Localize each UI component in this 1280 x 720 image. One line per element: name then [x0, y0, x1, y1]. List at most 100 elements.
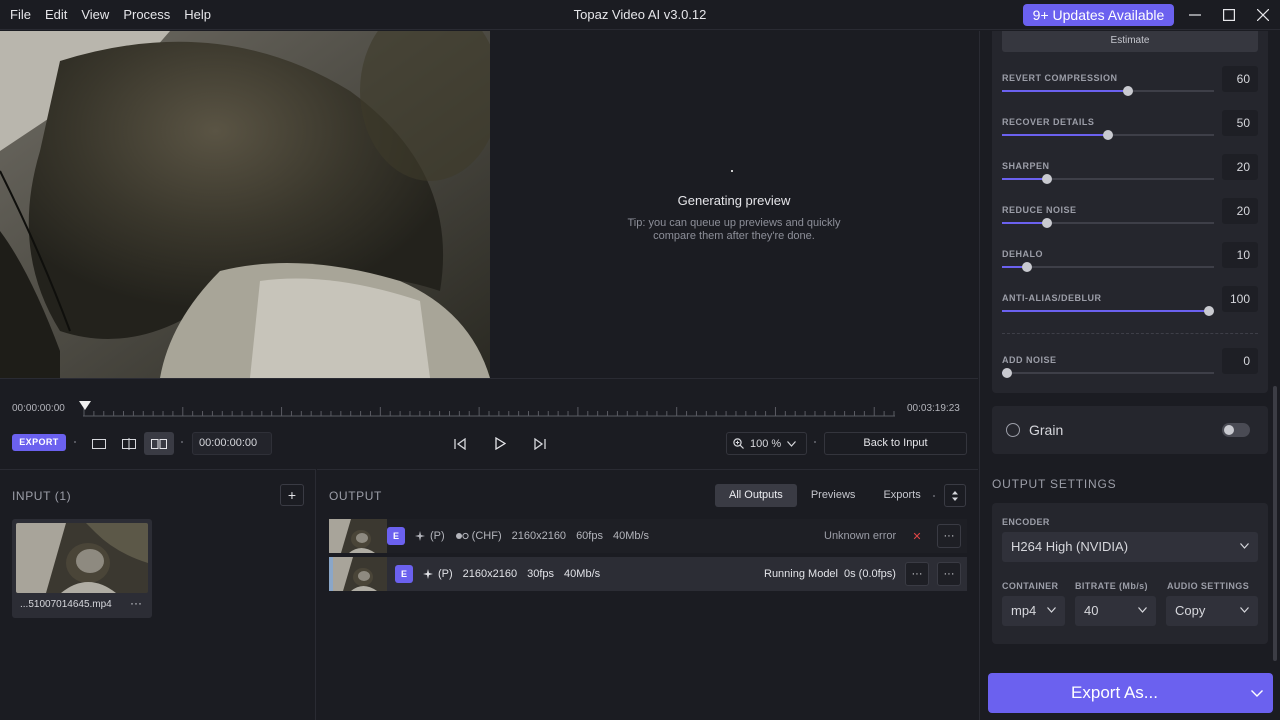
zoom-dropdown[interactable]: 100 %: [726, 432, 807, 455]
add-input-button[interactable]: +: [280, 484, 304, 506]
slider-track[interactable]: [1002, 368, 1214, 378]
slider-value-input[interactable]: 20: [1222, 198, 1258, 224]
output-bitrate: 40Mb/s: [612, 530, 650, 542]
output-resolution: 2160x2160: [511, 530, 567, 542]
updates-available-button[interactable]: 9+ Updates Available: [1023, 4, 1174, 26]
encoder-value: H264 High (NVIDIA): [1011, 539, 1129, 554]
previous-frame-icon: [454, 437, 466, 450]
audio-settings-select[interactable]: Copy: [1166, 596, 1258, 626]
grain-radio[interactable]: [1006, 423, 1020, 437]
output-extra: (CHF): [471, 530, 502, 542]
slider-handle[interactable]: [1204, 306, 1214, 316]
export-range-button[interactable]: EXPORT: [12, 434, 66, 451]
slider-handle[interactable]: [1103, 130, 1113, 140]
output-thumbnail: [329, 557, 387, 591]
slider-value-input[interactable]: 0: [1222, 348, 1258, 374]
slider-value-input[interactable]: 20: [1222, 154, 1258, 180]
input-clip-card[interactable]: ...51007014645.mp4 ···: [12, 519, 152, 618]
remove-output-button[interactable]: ✕: [905, 524, 929, 548]
slider-track[interactable]: [1002, 86, 1214, 96]
output-details: (P) (CHF) 2160x2160 60fps 40Mb/s: [415, 530, 649, 542]
menu-process[interactable]: Process: [123, 7, 170, 22]
timeline-scrubber[interactable]: [83, 407, 895, 417]
audio-settings-label: AUDIO SETTINGS: [1167, 581, 1250, 591]
slider-value-input[interactable]: 10: [1222, 242, 1258, 268]
slider-track[interactable]: [1002, 306, 1214, 316]
maximize-button[interactable]: [1212, 0, 1246, 30]
clip-more-button[interactable]: ···: [130, 596, 142, 610]
minimize-button[interactable]: [1178, 0, 1212, 30]
output-more-button[interactable]: ···: [937, 524, 961, 548]
playhead-handle[interactable]: [79, 401, 91, 410]
separator-dot: [181, 441, 183, 443]
slider-fill: [1002, 310, 1209, 312]
slider-value-input[interactable]: 60: [1222, 66, 1258, 92]
timeline-bar: 00:00:00:00 00:03:19:23 EXPORT 00:00:00:…: [0, 378, 978, 468]
menu-view[interactable]: View: [81, 7, 109, 22]
play-icon: [495, 437, 506, 450]
slider-value-input[interactable]: 100: [1222, 286, 1258, 312]
tab-previews[interactable]: Previews: [797, 484, 870, 507]
encoder-label: ENCODER: [1002, 517, 1050, 527]
export-as-button[interactable]: Export As...: [988, 673, 1273, 713]
sort-button[interactable]: [944, 484, 966, 507]
slider-track[interactable]: [1002, 262, 1214, 272]
output-row[interactable]: E (P) 2160x2160 30fps 40Mb/s Running Mod…: [329, 557, 967, 591]
play-button[interactable]: [488, 432, 512, 455]
enhanced-preview-area: Generating preview Tip: you can queue up…: [490, 31, 978, 378]
bitrate-select[interactable]: 40: [1075, 596, 1156, 626]
next-frame-button[interactable]: [528, 432, 552, 455]
video-frame-image: [0, 31, 490, 378]
close-window-button[interactable]: [1246, 0, 1280, 30]
split-view-button[interactable]: [114, 432, 144, 455]
output-more-button[interactable]: ···: [937, 562, 961, 586]
menu-file[interactable]: File: [10, 7, 31, 22]
slider-revert-compression[interactable]: REVERT COMPRESSION 60: [1002, 66, 1258, 103]
slider-track[interactable]: [1002, 174, 1214, 184]
slider-track[interactable]: [1002, 218, 1214, 228]
slider-track[interactable]: [1002, 130, 1214, 140]
menu-help[interactable]: Help: [184, 7, 211, 22]
settings-scrollbar[interactable]: [1273, 386, 1277, 661]
encoder-select[interactable]: H264 High (NVIDIA): [1002, 532, 1258, 562]
settings-panel: Estimate REVERT COMPRESSION 60 RECOVER DET…: [979, 31, 1280, 720]
output-options-button[interactable]: ···: [905, 562, 929, 586]
previous-frame-button[interactable]: [448, 432, 472, 455]
slider-anti-alias-deblur[interactable]: ANTI-ALIAS/DEBLUR 100: [1002, 286, 1258, 323]
zoom-value: 100 %: [750, 437, 782, 450]
divider: [1002, 333, 1258, 334]
playback-controls: [448, 432, 552, 455]
single-view-button[interactable]: [84, 432, 114, 455]
container-select[interactable]: mp4: [1002, 596, 1065, 626]
slider-reduce-noise[interactable]: REDUCE NOISE 20: [1002, 198, 1258, 235]
slider-add-noise[interactable]: ADD NOISE 0: [1002, 348, 1258, 385]
slider-handle[interactable]: [1123, 86, 1134, 96]
estimate-button[interactable]: Estimate: [1002, 31, 1258, 52]
output-thumbnail: [329, 519, 387, 553]
output-row[interactable]: E (P) (CHF) 2160x2160 60fps 40Mb/s Unkno…: [329, 519, 967, 553]
slider-value-input[interactable]: 50: [1222, 110, 1258, 136]
grain-card: Grain: [992, 406, 1268, 454]
timecode-input[interactable]: 00:00:00:00: [192, 432, 272, 455]
output-details: (P) 2160x2160 30fps 40Mb/s: [423, 568, 600, 580]
slider-recover-details[interactable]: RECOVER DETAILS 50: [1002, 110, 1258, 147]
title-bar: File Edit View Process Help Topaz Video …: [0, 0, 1280, 30]
menu-edit[interactable]: Edit: [45, 7, 67, 22]
grain-toggle[interactable]: [1222, 423, 1250, 437]
output-panel: OUTPUT All Outputs Previews Exports E (P…: [317, 469, 978, 720]
slider-dehalo[interactable]: DEHALO 10: [1002, 242, 1258, 279]
tab-exports[interactable]: Exports: [869, 484, 934, 507]
tab-all-outputs[interactable]: All Outputs: [715, 484, 797, 507]
grain-label: Grain: [1029, 422, 1064, 438]
slider-sharpen[interactable]: SHARPEN 20: [1002, 154, 1258, 191]
back-to-input-button[interactable]: Back to Input: [824, 432, 967, 455]
slider-handle[interactable]: [1002, 368, 1012, 378]
slider-handle[interactable]: [1042, 174, 1053, 184]
input-heading: INPUT (1): [12, 489, 72, 503]
slider-handle[interactable]: [1042, 218, 1053, 228]
slider-handle[interactable]: [1022, 262, 1033, 272]
preview-status-title: Generating preview: [677, 193, 791, 208]
side-by-side-view-button[interactable]: [144, 432, 174, 455]
output-settings-card: ENCODER H264 High (NVIDIA) CONTAINER mp4…: [992, 503, 1268, 644]
export-options-button[interactable]: [1241, 673, 1273, 713]
